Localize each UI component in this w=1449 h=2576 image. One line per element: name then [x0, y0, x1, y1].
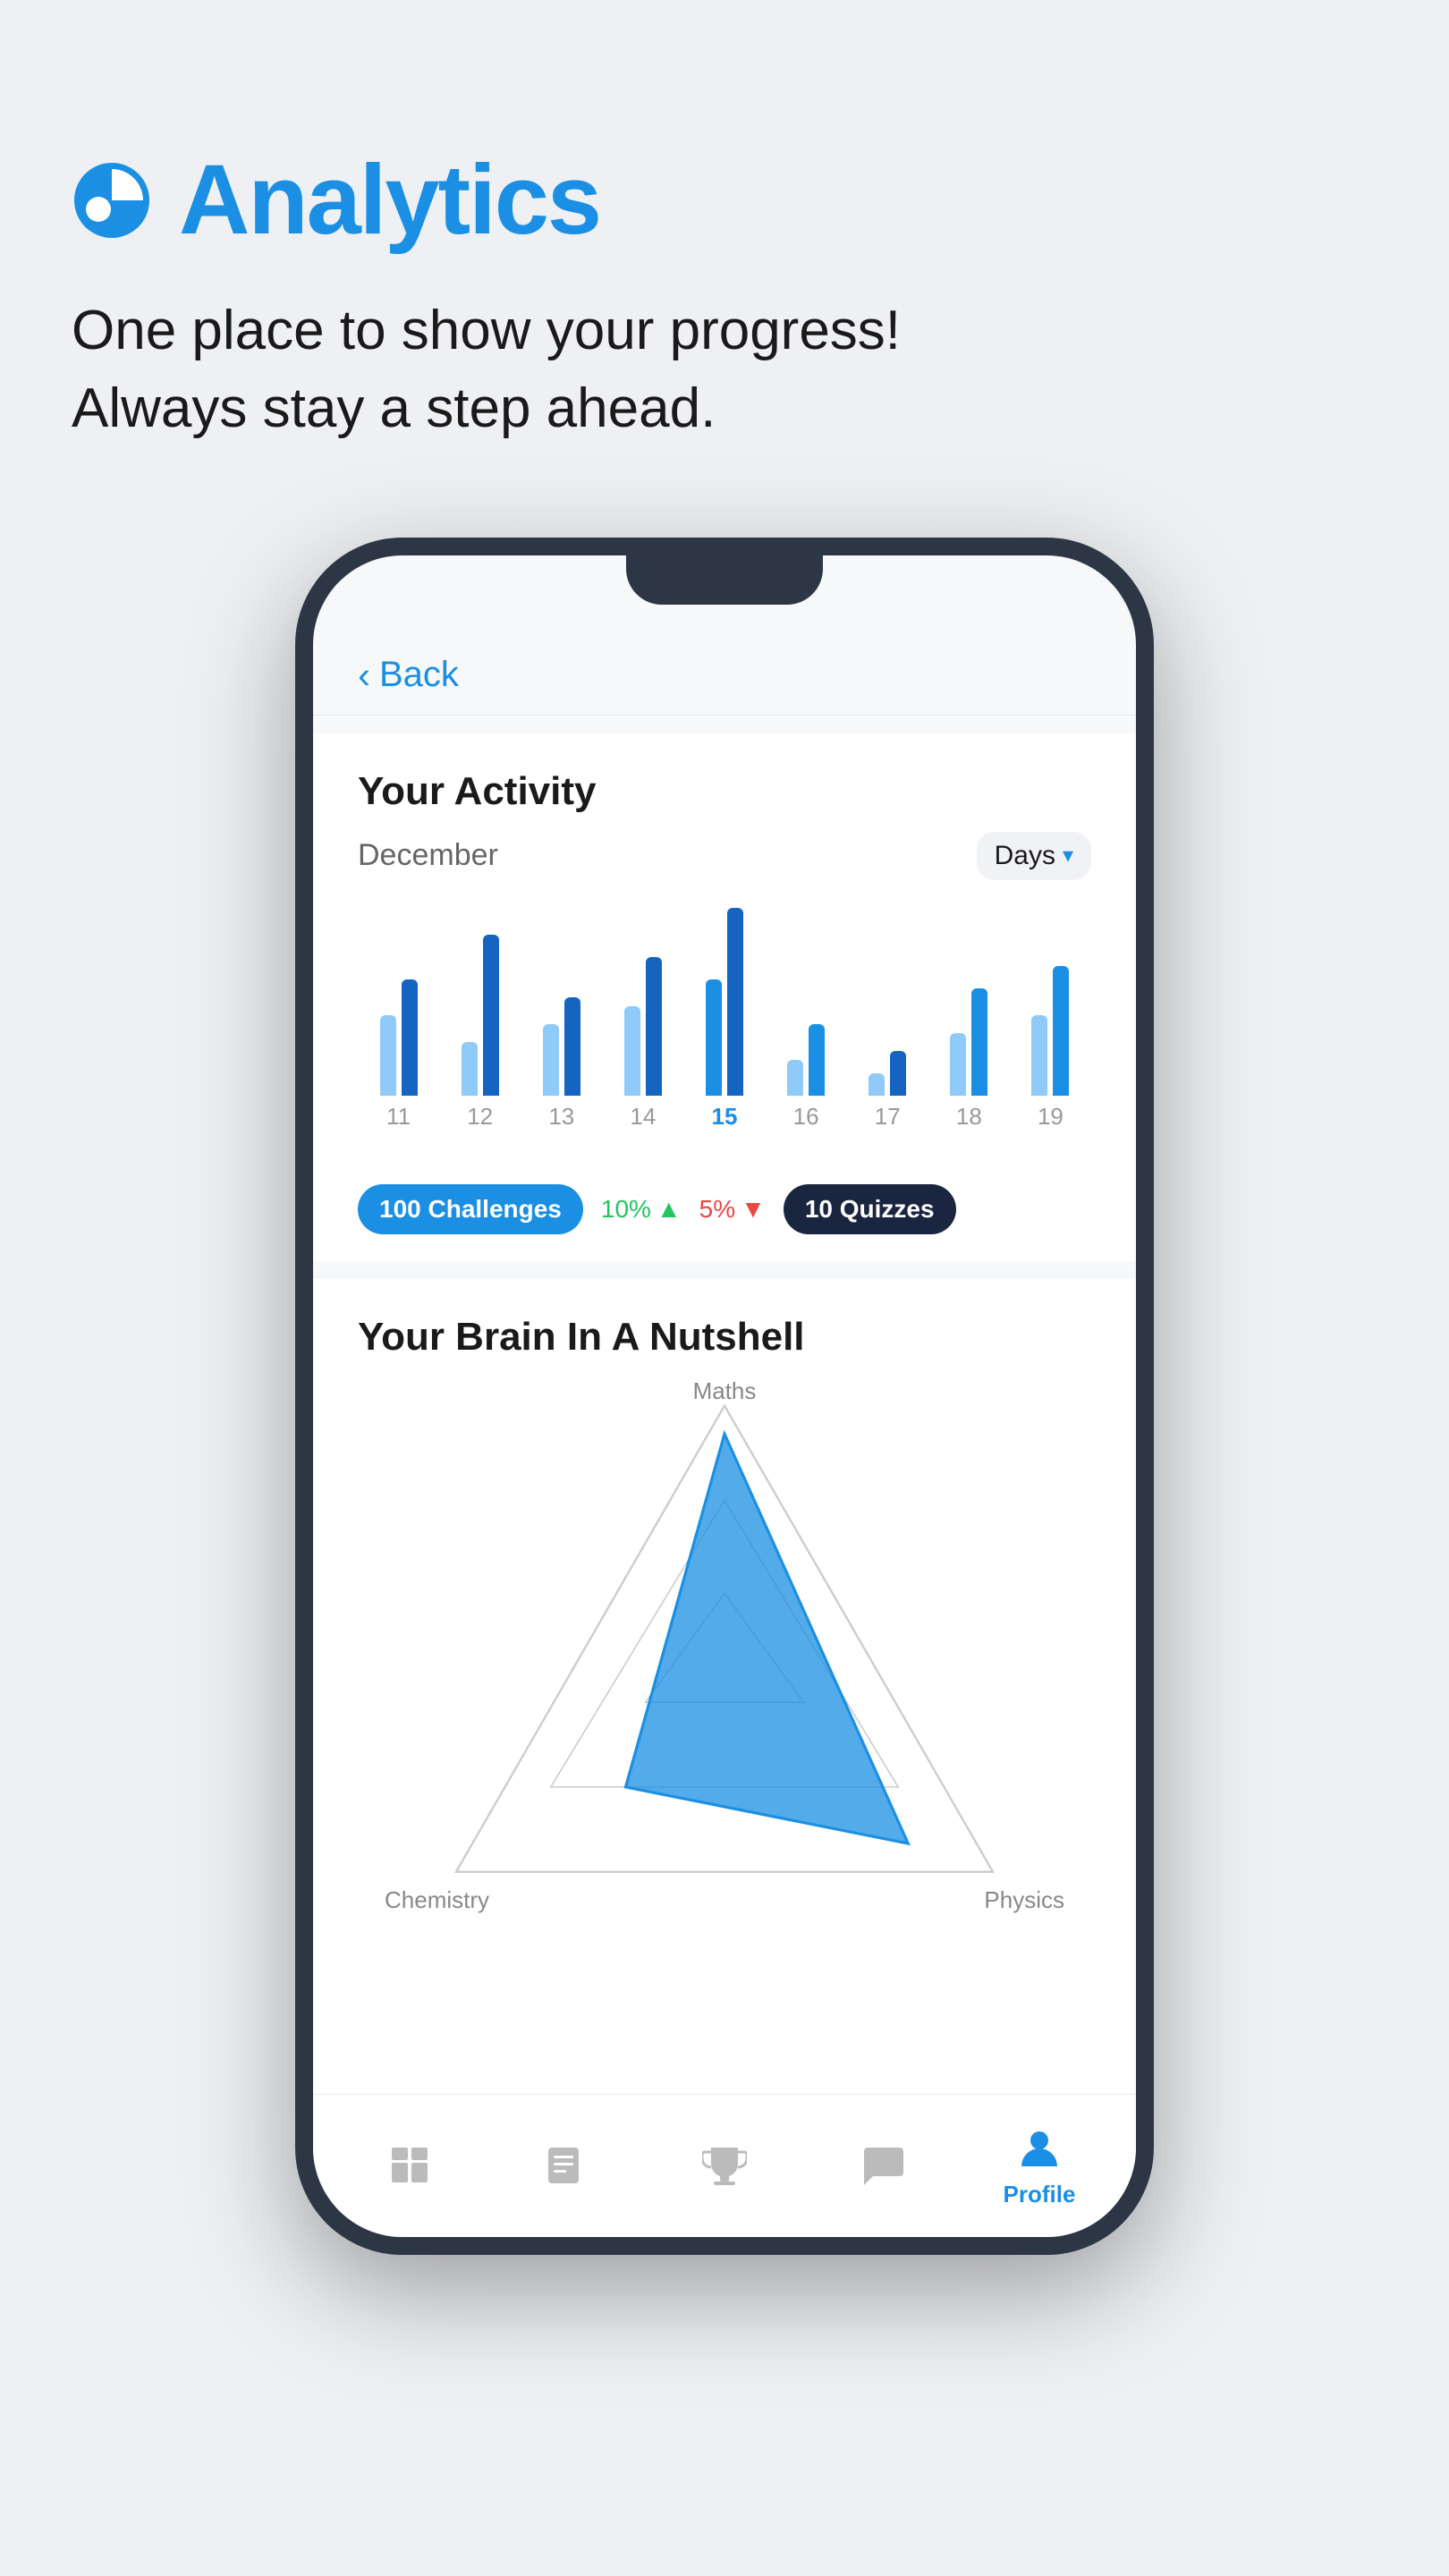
phone-container: ‹ Back Your Activity December Days ▾: [0, 502, 1449, 2255]
chat-icon: [857, 2140, 907, 2190]
chemistry-label: Chemistry: [385, 1886, 489, 1914]
profile-icon: [1014, 2123, 1064, 2174]
nav-item-profile[interactable]: Profile: [961, 2123, 1118, 2208]
bar-label-active: 15: [712, 1103, 738, 1131]
trophy-icon: [699, 2140, 750, 2190]
back-nav[interactable]: ‹ Back: [313, 627, 1136, 716]
brain-section: Your Brain In A Nutshell Maths Che: [313, 1279, 1136, 2094]
title-row: Analytics: [72, 143, 1377, 257]
bar-label: 13: [548, 1103, 574, 1131]
bar-label: 14: [630, 1103, 656, 1131]
bar-label: 12: [467, 1103, 493, 1131]
profile-nav-label: Profile: [1004, 2181, 1076, 2208]
bar-group-18: 18: [937, 899, 1001, 1131]
triangle-chart: Maths Chemistry Physics: [358, 1377, 1091, 1914]
chevron-down-icon: ▾: [1063, 843, 1073, 869]
arrow-up-icon: ▲: [657, 1195, 682, 1224]
analytics-logo-icon: [72, 160, 152, 241]
activity-title: Your Activity: [358, 769, 1091, 814]
bar-light: [380, 1015, 396, 1096]
bar-light: [869, 1073, 885, 1096]
bar-chart: 11 12: [358, 907, 1091, 1140]
radar-chart-svg: [358, 1377, 1091, 1914]
bar-group-11: 11: [367, 899, 430, 1131]
bar-dark: [890, 1051, 906, 1096]
days-selector[interactable]: Days ▾: [977, 832, 1091, 880]
quizzes-badge: 10 Quizzes: [784, 1184, 956, 1234]
bar-group-12: 12: [448, 899, 512, 1131]
bar-dark: [564, 997, 580, 1096]
brain-title: Your Brain In A Nutshell: [358, 1315, 1091, 1360]
back-label: Back: [379, 655, 459, 695]
month-label: December: [358, 838, 498, 873]
bottom-nav: Profile: [313, 2094, 1136, 2237]
book-icon: [542, 2140, 592, 2190]
activity-header: December Days ▾: [358, 832, 1091, 880]
header-subtitle: One place to show your progress! Always …: [72, 292, 1377, 448]
bar-light: [624, 1006, 640, 1096]
bar-dark: [402, 979, 418, 1096]
phone-frame: ‹ Back Your Activity December Days ▾: [295, 538, 1154, 2255]
bar-group-13: 13: [530, 899, 593, 1131]
bar-light: [462, 1042, 478, 1096]
nav-item-chat[interactable]: [803, 2140, 961, 2190]
change-up: 10% ▲: [601, 1195, 682, 1224]
bar-light: [1031, 1015, 1047, 1096]
bar-dark: [646, 957, 662, 1096]
bar-light: [543, 1024, 559, 1096]
bar-label: 11: [386, 1103, 411, 1131]
bar-label: 19: [1038, 1103, 1063, 1131]
bar-group-17: 17: [856, 899, 919, 1131]
bar-group-16: 16: [775, 899, 838, 1131]
bar-light: [787, 1060, 803, 1096]
phone-screen: ‹ Back Your Activity December Days ▾: [313, 555, 1136, 2237]
screen-content: ‹ Back Your Activity December Days ▾: [313, 555, 1136, 2237]
activity-section: Your Activity December Days ▾: [313, 733, 1136, 1166]
home-icon: [385, 2140, 435, 2190]
header-section: Analytics One place to show your progres…: [0, 0, 1449, 502]
maths-label: Maths: [693, 1377, 757, 1405]
bar-label: 16: [793, 1103, 819, 1131]
bar-label: 18: [956, 1103, 982, 1131]
bar-med: [1053, 966, 1069, 1096]
bar-active: [706, 979, 722, 1096]
bar-light: [950, 1033, 966, 1096]
period-label: Days: [995, 841, 1055, 871]
stats-row: 100 Challenges 10% ▲ 5% ▼ 10 Quizzes: [313, 1166, 1136, 1261]
physics-label: Physics: [984, 1886, 1064, 1914]
nav-item-home[interactable]: [331, 2140, 488, 2190]
nav-item-book[interactable]: [488, 2140, 646, 2190]
bar-group-19: 19: [1019, 899, 1082, 1131]
bar-group-14: 14: [611, 899, 674, 1131]
phone-notch: [626, 555, 823, 605]
arrow-down-icon: ▼: [741, 1195, 766, 1224]
bar-dark: [483, 935, 499, 1096]
bar-group-15: 15: [692, 899, 756, 1131]
page-title: Analytics: [179, 143, 600, 257]
change-down: 5% ▼: [699, 1195, 766, 1224]
nav-item-trophy[interactable]: [646, 2140, 803, 2190]
bar-med: [971, 988, 987, 1096]
bar-med: [809, 1024, 825, 1096]
bar-dark: [727, 908, 743, 1096]
back-chevron-icon: ‹: [358, 654, 370, 697]
challenges-badge: 100 Challenges: [358, 1184, 583, 1234]
bar-label: 17: [875, 1103, 901, 1131]
